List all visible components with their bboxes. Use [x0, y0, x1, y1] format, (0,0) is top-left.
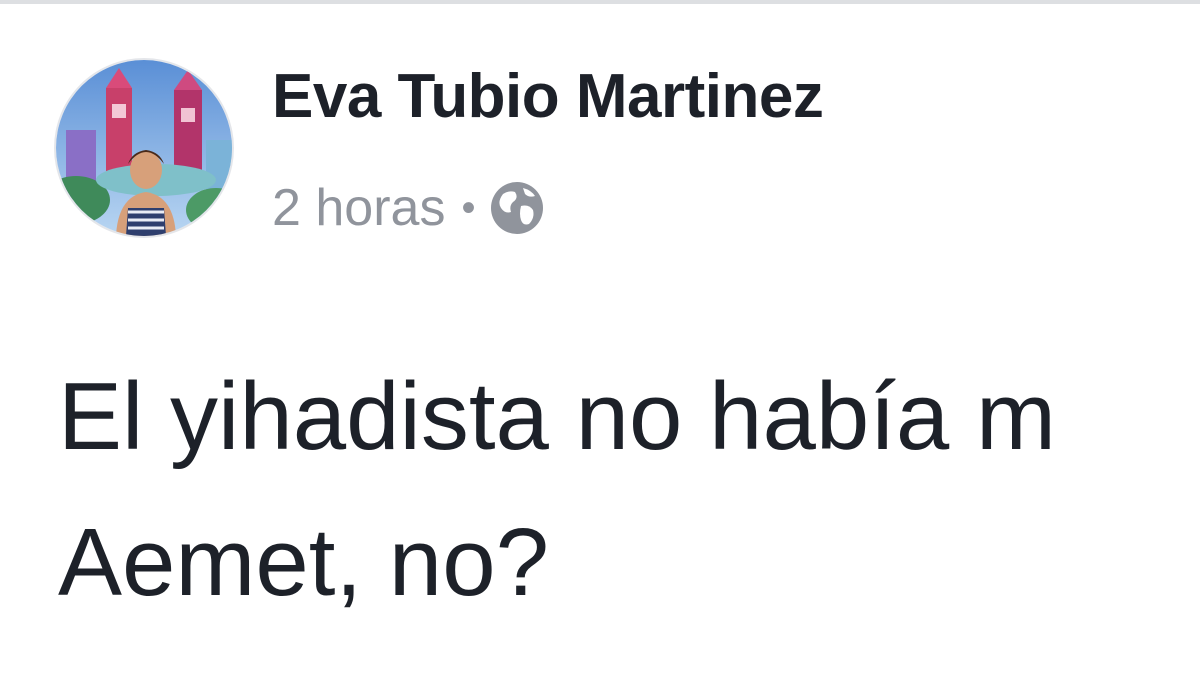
avatar-photo — [56, 60, 232, 236]
globe-icon[interactable] — [489, 180, 545, 236]
post-text-line-1: El yihadista no había m — [58, 363, 1056, 470]
author-avatar[interactable] — [56, 60, 232, 236]
top-divider — [0, 0, 1200, 4]
facebook-post-card: Eva Tubio Martinez 2 horas • El yihadist… — [0, 0, 1200, 675]
post-text-line-2: Aemet, no? — [58, 509, 549, 616]
post-meta: 2 horas • — [272, 176, 545, 240]
meta-separator: • — [461, 185, 476, 230]
post-timestamp[interactable]: 2 horas — [272, 178, 445, 238]
author-name[interactable]: Eva Tubio Martinez — [272, 66, 824, 128]
post-body: El yihadista no había m Aemet, no? — [58, 344, 1200, 636]
